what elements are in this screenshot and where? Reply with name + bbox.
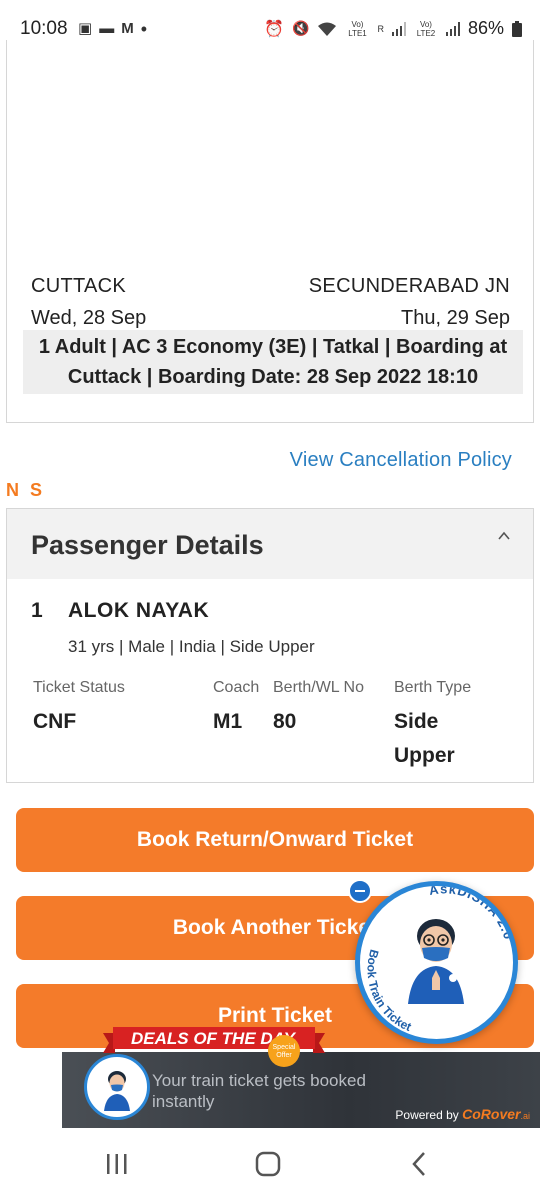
corover-suffix: .ai [520, 1111, 530, 1121]
passenger-details-card: Passenger Details 1 ALOK NAYAK 31 yrs | … [6, 508, 534, 783]
berth-type-value: Side Upper [394, 705, 455, 773]
special-offer-badge: Special Offer [268, 1035, 300, 1067]
powered-by-label: Powered by [395, 1108, 459, 1122]
alarm-icon: ⏰ [264, 20, 285, 38]
gallery-icon: ▣ [78, 20, 93, 37]
askdisha-chat-widget[interactable]: AskDISHA 2.0 Book Train Ticket [355, 881, 518, 1044]
coach-value: M1 [213, 710, 243, 733]
journey-card: CUTTACK SECUNDERABAD JN Wed, 28 Sep Thu,… [6, 40, 534, 423]
sim1-label: Vo) LTE1 [348, 19, 367, 38]
berth-type-label: Berth Type [394, 679, 472, 696]
passenger-details-title: Passenger Details [31, 530, 264, 560]
passenger-name: ALOK NAYAK [68, 599, 210, 622]
navigation-bar [0, 1128, 540, 1200]
chevron-up-icon[interactable] [497, 529, 511, 543]
berth-wl-label: Berth/WL No [273, 679, 364, 696]
wifi-icon [318, 22, 337, 36]
signal2-icon [445, 21, 460, 36]
badge-line2: Offer [276, 1052, 292, 1059]
berth-wl-value: 80 [273, 710, 297, 733]
ticket-status-label: Ticket Status [33, 679, 125, 696]
book-return-onward-button[interactable]: Book Return/Onward Ticket [16, 808, 534, 872]
message-icon: ▬ [99, 20, 115, 37]
passenger-details-header[interactable]: Passenger Details [7, 509, 533, 579]
gmail-icon: M [121, 20, 134, 37]
deals-text-line2: instantly [152, 1092, 215, 1111]
badge-line1: Special [272, 1044, 296, 1051]
sim2-label: Vo) LTE2 [416, 19, 436, 38]
askdisha-mini-avatar-icon [104, 1071, 130, 1111]
recent-apps-icon[interactable] [97, 1150, 137, 1178]
deals-text-line1: Your train ticket gets booked [152, 1071, 366, 1090]
passenger-meta: 31 yrs | Male | India | Side Upper [68, 637, 315, 656]
ns-label: N S [6, 480, 46, 500]
coach-label: Coach [213, 679, 260, 696]
home-icon[interactable] [248, 1150, 288, 1178]
askdisha-mini-logo [84, 1054, 150, 1120]
status-time: 10:08 [20, 18, 68, 39]
berth-type-line2: Upper [394, 744, 455, 767]
battery-percent: 86% [467, 18, 504, 38]
signal1-icon [391, 21, 406, 36]
battery-icon [512, 20, 522, 37]
signal-r-label: R [377, 23, 384, 34]
journey-summary-line1: 1 Adult | AC 3 Economy (3E) | Tatkal | B… [38, 336, 508, 358]
back-icon[interactable] [400, 1150, 440, 1178]
powered-by: Powered by CoRover.ai [395, 1106, 530, 1122]
to-station: SECUNDERABAD JN [308, 275, 510, 297]
minimize-widget-icon[interactable] [348, 879, 372, 903]
journey-summary-line2: Cuttack | Boarding Date: 28 Sep 2022 18:… [67, 366, 479, 388]
berth-type-line1: Side [394, 710, 439, 733]
from-date: Wed, 28 Sep [31, 307, 147, 329]
notification-icons: ▣ ▬ M • [78, 20, 147, 38]
journey-summary: 1 Adult | AC 3 Economy (3E) | Tatkal | B… [23, 330, 523, 394]
corover-logo: CoRover [462, 1106, 521, 1122]
deals-banner-text: Your train ticket gets booked instantly [152, 1070, 366, 1112]
passenger-index: 1 [31, 599, 43, 622]
view-cancellation-policy-link[interactable]: View Cancellation Policy [290, 449, 512, 472]
from-station: CUTTACK [31, 275, 127, 297]
mute-icon: 🔇 [292, 20, 310, 36]
askdisha-avatar-icon: AskDISHA 2.0 Book Train Ticket [364, 886, 513, 1034]
system-icons: ⏰ 🔇 Vo) LTE1 R Vo) LTE2 86% [264, 18, 522, 39]
ticket-status-value: CNF [33, 710, 77, 733]
dot-icon: • [140, 19, 147, 39]
to-date: Thu, 29 Sep [401, 307, 510, 329]
